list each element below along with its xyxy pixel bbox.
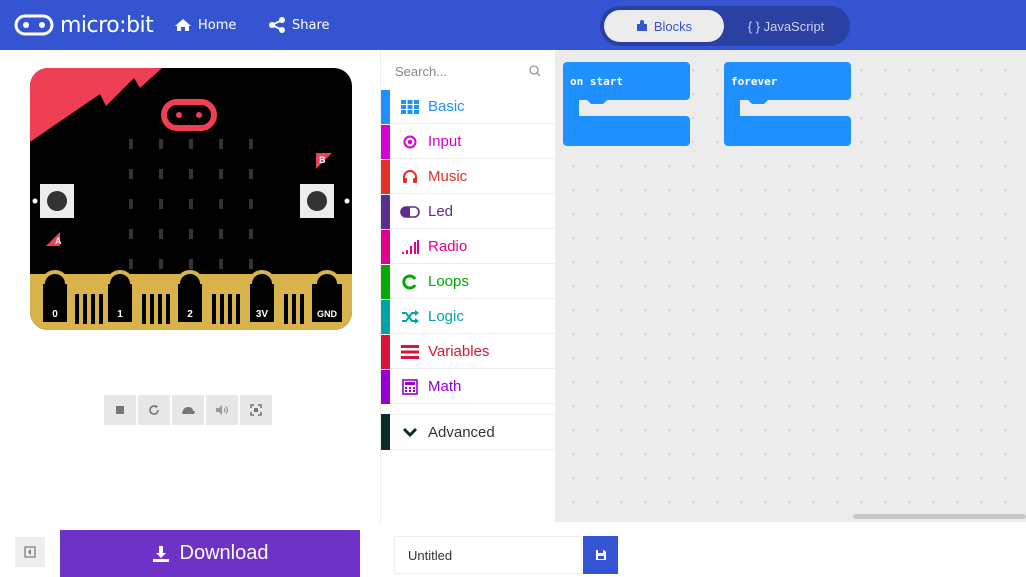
category-variables[interactable]: Variables (381, 334, 555, 369)
footer-bar: Download (0, 522, 1026, 577)
headphones-icon (400, 169, 420, 184)
logo-text: micro:bit (60, 12, 154, 38)
puzzle-icon (636, 20, 647, 31)
download-label: Download (179, 542, 269, 564)
category-color-bar (381, 334, 390, 369)
download-icon (152, 545, 169, 562)
simulator-controls (104, 395, 272, 425)
category-label: Advanced (428, 423, 495, 441)
category-label: Math (428, 378, 462, 395)
javascript-tab-label: { } JavaScript (747, 18, 825, 34)
javascript-tab[interactable]: { } JavaScript (726, 10, 846, 42)
toolbox-search[interactable]: Search... (381, 50, 555, 90)
pin-3v-label: 3V (256, 309, 269, 320)
home-button[interactable]: Home (174, 15, 236, 35)
simulator-panel: A B 0 1 2 3V GND (0, 50, 380, 522)
category-color-bar (381, 124, 390, 159)
button-b-label: B (319, 155, 326, 165)
save-button[interactable] (583, 536, 618, 574)
category-color-bar (381, 299, 390, 334)
category-label: Radio (428, 238, 468, 255)
share-icon (269, 17, 285, 33)
category-label: Led (428, 203, 454, 220)
on-start-label: on start (570, 75, 623, 88)
speaker-icon (216, 405, 229, 415)
category-label: Basic (428, 98, 465, 115)
category-color-bar (381, 159, 390, 194)
workspace-horizontal-scrollbar[interactable] (853, 514, 1026, 519)
stop-icon (116, 406, 124, 414)
category-label: Variables (428, 343, 490, 360)
target-icon (400, 135, 420, 149)
button-a-label: A (55, 236, 62, 246)
pin-0-label: 0 (52, 309, 58, 320)
restart-button[interactable] (138, 395, 170, 425)
search-icon (529, 65, 541, 77)
category-radio[interactable]: Radio (381, 229, 555, 264)
project-name-input[interactable] (394, 536, 582, 574)
category-label: Logic (428, 308, 464, 325)
category-color-bar (381, 194, 390, 229)
forever-block[interactable]: forever (724, 62, 851, 151)
category-basic[interactable]: Basic (381, 89, 555, 124)
category-color-bar (381, 89, 390, 124)
pin-gnd-label: GND (317, 309, 338, 319)
category-color-bar (381, 229, 390, 264)
category-logic[interactable]: Logic (381, 299, 555, 334)
slowmo-button[interactable] (172, 395, 204, 425)
microbit-logo[interactable]: micro:bit (14, 11, 154, 39)
home-label: Home (198, 17, 237, 33)
shuffle-icon (400, 309, 420, 324)
category-label: Loops (428, 273, 469, 290)
category-label: Music (428, 168, 468, 185)
header-bar: micro:bit Home Share Blocks { } JavaScri… (0, 0, 1026, 50)
category-loops[interactable]: Loops (381, 264, 555, 299)
category-color-bar (381, 264, 390, 299)
blocks-tab[interactable]: Blocks (604, 10, 724, 42)
collapse-icon (24, 546, 36, 558)
pin-2-label: 2 (187, 309, 193, 320)
fullscreen-button[interactable] (240, 395, 272, 425)
pin-1-label: 1 (117, 309, 123, 320)
category-color-bar (381, 414, 390, 450)
search-input[interactable]: Search... (395, 64, 447, 79)
microbit-logo-icon (14, 14, 54, 36)
save-icon (595, 550, 606, 560)
fullscreen-icon (250, 404, 262, 416)
stop-button[interactable] (104, 395, 136, 425)
collapse-simulator-button[interactable] (15, 537, 45, 567)
signal-icon (400, 239, 420, 254)
forever-label: forever (731, 75, 778, 88)
share-label: Share (292, 17, 330, 33)
blocks-workspace[interactable]: on start forever (555, 50, 1026, 522)
category-input[interactable]: Input (381, 124, 555, 159)
home-icon (175, 19, 191, 31)
restart-icon (149, 405, 159, 415)
toggle-icon (400, 205, 420, 218)
category-music[interactable]: Music (381, 159, 555, 194)
calculator-icon (400, 378, 420, 395)
grid-icon (400, 99, 420, 114)
editor-mode-toggle: Blocks { } JavaScript (600, 6, 850, 46)
download-button[interactable]: Download (60, 530, 360, 577)
blocks-tab-label: Blocks (653, 18, 693, 34)
slowmo-icon (182, 407, 195, 414)
list-icon (400, 344, 420, 359)
category-advanced[interactable]: Advanced (381, 414, 555, 450)
mute-button[interactable] (206, 395, 238, 425)
share-button[interactable]: Share (268, 15, 330, 35)
on-start-block[interactable]: on start (563, 62, 690, 151)
toolbox: Search... Basic Input Music Led Radio Lo… (380, 50, 555, 522)
chevron-down-icon (400, 426, 420, 438)
category-math[interactable]: Math (381, 369, 555, 404)
category-led[interactable]: Led (381, 194, 555, 229)
category-label: Input (428, 133, 462, 150)
loop-icon (400, 274, 420, 290)
category-color-bar (381, 369, 390, 404)
microbit-board[interactable]: A B 0 1 2 3V GND (30, 68, 352, 330)
